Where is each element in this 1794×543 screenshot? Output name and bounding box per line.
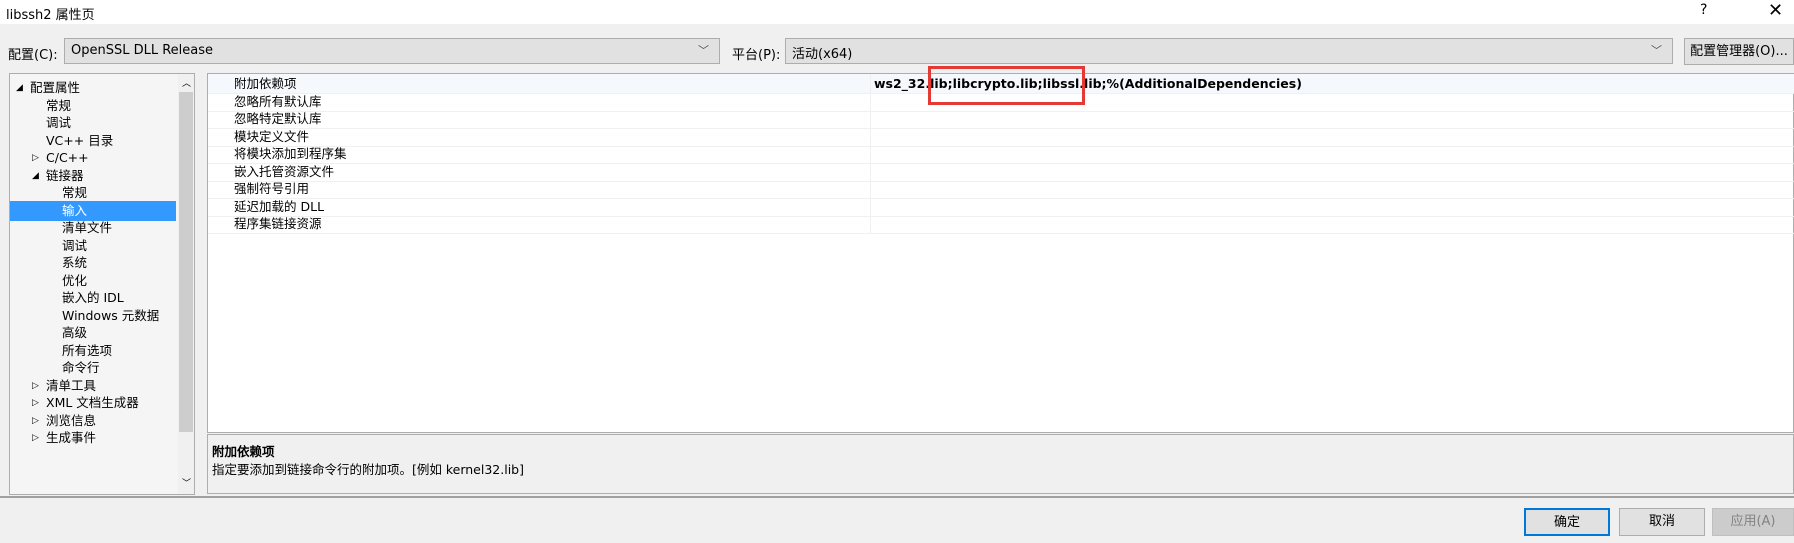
platform-value: 活动(x64) <box>792 47 853 62</box>
scroll-down-icon[interactable]: ﹀ <box>182 476 191 489</box>
property-row[interactable]: 程序集链接资源 <box>208 214 1794 234</box>
tree-item-label: 生成事件 <box>46 430 97 445</box>
window-title: libssh2 属性页 <box>6 8 95 23</box>
chevron-down-icon: ﹀ <box>1651 44 1662 57</box>
description-title: 附加依赖项 <box>212 444 275 459</box>
property-tree: ◢ 配置属性 常规 调试 VC++ 目录 ▷ C/C++ ◢ 链接器 常规 输入 清单文件 调试 系统 优化… <box>9 73 195 495</box>
tree-item[interactable]: ▷ 生成事件 <box>10 428 176 448</box>
apply-button[interactable]: 应用(A) <box>1712 508 1794 536</box>
cancel-button[interactable]: 取消 <box>1619 508 1705 536</box>
tree-scrollbar[interactable]: ︿ ﹀ <box>178 74 194 494</box>
help-button[interactable]: ? <box>1700 2 1707 18</box>
highlight-annotation <box>928 66 1085 105</box>
platform-select[interactable]: 活动(x64) ﹀ <box>785 38 1673 64</box>
description-panel: 附加依赖项 指定要添加到链接命令行的附加项。[例如 kernel32.lib] <box>207 434 1794 494</box>
config-select[interactable]: OpenSSL DLL Release ﹀ <box>64 38 720 64</box>
chevron-down-icon: ﹀ <box>698 44 709 57</box>
expand-arrow-icon[interactable]: ▷ <box>32 428 39 448</box>
divider <box>0 496 1794 498</box>
description-text: 指定要添加到链接命令行的附加项。[例如 kernel32.lib] <box>212 462 524 477</box>
ok-button[interactable]: 确定 <box>1524 508 1610 536</box>
column-divider[interactable] <box>870 74 871 234</box>
config-manager-button[interactable]: 配置管理器(O)... <box>1684 38 1794 65</box>
title-bar: libssh2 属性页 ? ✕ <box>0 0 1794 24</box>
config-label: 配置(C): <box>8 48 58 63</box>
close-button[interactable]: ✕ <box>1768 0 1783 21</box>
property-name: 程序集链接资源 <box>234 216 322 231</box>
config-value: OpenSSL DLL Release <box>71 43 214 58</box>
property-grid: 附加依赖项 ws2_32.lib;libcrypto.lib;libssl.lib… <box>207 73 1794 433</box>
scroll-up-icon[interactable]: ︿ <box>182 76 191 89</box>
scrollbar-thumb[interactable] <box>179 92 193 432</box>
platform-label: 平台(P): <box>732 48 781 63</box>
